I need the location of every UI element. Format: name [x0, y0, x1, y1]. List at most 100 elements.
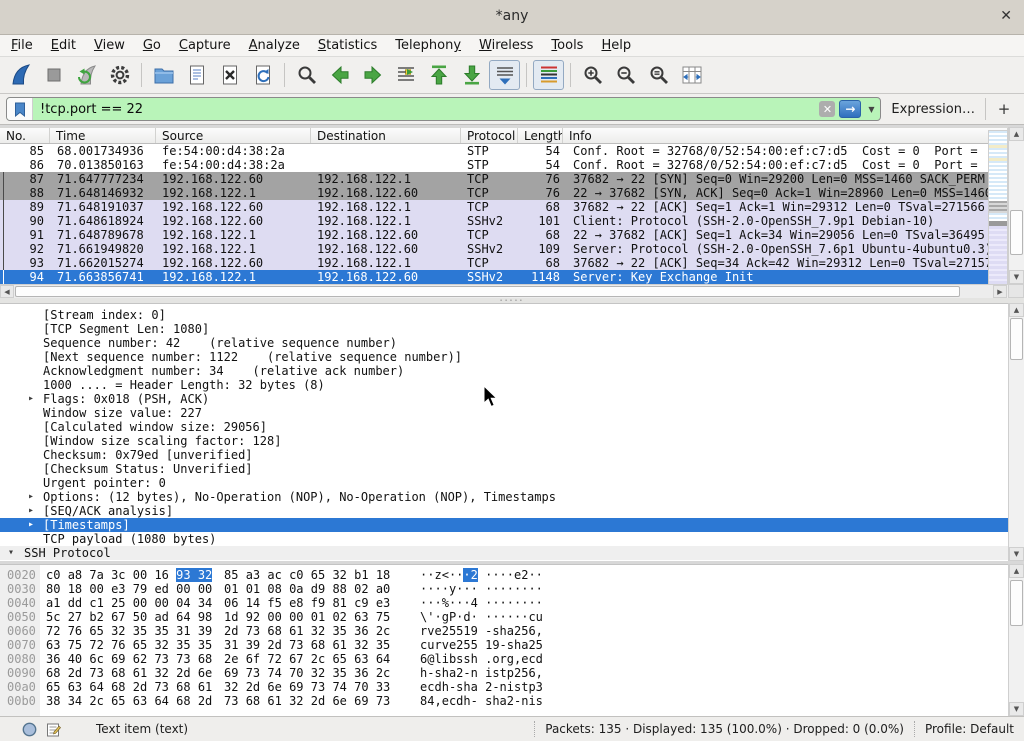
go-to-packet-button[interactable] — [390, 60, 421, 90]
detail-line-1[interactable]: [TCP Segment Len: 1080] — [0, 322, 1008, 336]
hex-scrollbar[interactable]: ▲ ▼ — [1008, 564, 1024, 716]
filter-clear-button[interactable]: ✕ — [819, 101, 835, 117]
profile-selector[interactable]: Profile: Default — [925, 722, 1014, 736]
auto-scroll-button[interactable] — [489, 60, 520, 90]
open-file-button[interactable] — [148, 60, 179, 90]
detail-line-15[interactable]: ▸[Timestamps] — [0, 518, 1008, 532]
packet-row-87[interactable]: 8771.647777234192.168.122.60192.168.122.… — [0, 172, 988, 186]
packet-list-minimap[interactable] — [988, 130, 1008, 284]
filter-apply-button[interactable]: → — [839, 100, 861, 118]
packet-row-91[interactable]: 9171.648789678192.168.122.1192.168.122.6… — [0, 228, 988, 242]
find-packet-button[interactable] — [291, 60, 322, 90]
scroll-up-icon[interactable]: ▲ — [1009, 127, 1024, 141]
zoom-reset-button[interactable] — [643, 60, 674, 90]
column-header-length[interactable]: Length — [518, 128, 563, 143]
restart-capture-button[interactable] — [71, 60, 102, 90]
packet-list-scrollbar[interactable]: ▲ ▼ — [1008, 127, 1024, 284]
menu-tools[interactable]: Tools — [542, 35, 592, 56]
packet-row-90[interactable]: 9071.648618924192.168.122.60192.168.122.… — [0, 214, 988, 228]
scroll-down-icon[interactable]: ▼ — [1009, 547, 1024, 561]
scrollbar-thumb[interactable] — [1010, 210, 1023, 255]
detail-line-2[interactable]: Sequence number: 42 (relative sequence n… — [0, 336, 1008, 350]
colorize-button[interactable] — [533, 60, 564, 90]
collapsed-arrow-icon[interactable]: ▸ — [28, 560, 34, 561]
hex-row-0040[interactable]: 0040a1 dd c1 25 00 00 04 3406 14 f5 e8 f… — [0, 596, 1008, 610]
menu-go[interactable]: Go — [134, 35, 170, 56]
scrollbar-thumb[interactable] — [1010, 318, 1023, 360]
detail-line-11[interactable]: [Checksum Status: Unverified] — [0, 462, 1008, 476]
packet-row-85[interactable]: 8568.001734936fe:54:00:d4:38:2aSTP54Conf… — [0, 144, 988, 158]
detail-line-4[interactable]: Acknowledgment number: 34 (relative ack … — [0, 364, 1008, 378]
hscrollbar-thumb[interactable] — [15, 286, 960, 297]
hex-row-0090[interactable]: 009068 2d 73 68 61 32 2d 6e69 73 74 70 3… — [0, 666, 1008, 680]
detail-line-18[interactable]: ▸SSH Version 2 (encryption:chacha20-poly… — [0, 560, 1008, 561]
details-scrollbar[interactable]: ▲ ▼ — [1008, 303, 1024, 561]
column-header-no[interactable]: No. — [0, 128, 50, 143]
save-file-button[interactable] — [181, 60, 212, 90]
go-back-button[interactable] — [324, 60, 355, 90]
menu-statistics[interactable]: Statistics — [309, 35, 386, 56]
hex-row-0030[interactable]: 003080 18 00 e3 79 ed 00 0001 01 08 0a d… — [0, 582, 1008, 596]
packet-bytes-pane[interactable]: 0020c0 a8 7a 3c 00 16 93 3285 a3 ac c0 6… — [0, 564, 1008, 716]
hex-row-00a0[interactable]: 00a065 63 64 68 2d 73 68 6132 2d 6e 69 7… — [0, 680, 1008, 694]
expert-info-icon[interactable] — [22, 722, 37, 737]
hex-row-0020[interactable]: 0020c0 a8 7a 3c 00 16 93 3285 a3 ac c0 6… — [0, 568, 1008, 582]
menu-help[interactable]: Help — [592, 35, 640, 56]
detail-line-3[interactable]: [Next sequence number: 1122 (relative se… — [0, 350, 1008, 364]
zoom-in-button[interactable] — [577, 60, 608, 90]
detail-line-5[interactable]: 1000 .... = Header Length: 32 bytes (8) — [0, 378, 1008, 392]
expression-button[interactable]: Expression… — [891, 102, 975, 117]
hex-row-0050[interactable]: 00505c 27 b2 67 50 ad 64 981d 92 00 00 0… — [0, 610, 1008, 624]
packet-row-92[interactable]: 9271.661949820192.168.122.1192.168.122.6… — [0, 242, 988, 256]
detail-line-7[interactable]: Window size value: 227 — [0, 406, 1008, 420]
detail-line-14[interactable]: ▸[SEQ/ACK analysis] — [0, 504, 1008, 518]
expanded-arrow-icon[interactable]: ▾ — [8, 546, 14, 560]
resize-columns-button[interactable] — [676, 60, 707, 90]
packet-row-86[interactable]: 8670.013850163fe:54:00:d4:38:2aSTP54Conf… — [0, 158, 988, 172]
scroll-right-icon[interactable]: ▶ — [993, 285, 1007, 298]
menu-view[interactable]: View — [85, 35, 134, 56]
filter-history-caret-icon[interactable]: ▼ — [864, 105, 878, 114]
detail-line-8[interactable]: [Calculated window size: 29056] — [0, 420, 1008, 434]
menu-wireless[interactable]: Wireless — [470, 35, 542, 56]
scrollbar-thumb[interactable] — [1010, 580, 1023, 626]
zoom-out-button[interactable] — [610, 60, 641, 90]
column-header-time[interactable]: Time — [50, 128, 156, 143]
column-header-info[interactable]: Info — [563, 128, 1008, 143]
packet-row-93[interactable]: 9371.662015274192.168.122.60192.168.122.… — [0, 256, 988, 270]
column-header-source[interactable]: Source — [156, 128, 311, 143]
detail-line-16[interactable]: TCP payload (1080 bytes) — [0, 532, 1008, 546]
column-header-destination[interactable]: Destination — [311, 128, 461, 143]
close-file-button[interactable] — [214, 60, 245, 90]
hex-row-00b0[interactable]: 00b038 34 2c 65 63 64 68 2d73 68 61 32 2… — [0, 694, 1008, 708]
menu-analyze[interactable]: Analyze — [240, 35, 309, 56]
menu-telephony[interactable]: Telephony — [386, 35, 470, 56]
detail-line-9[interactable]: [Window size scaling factor: 128] — [0, 434, 1008, 448]
hex-row-0070[interactable]: 007063 75 72 76 65 32 35 3531 39 2d 73 6… — [0, 638, 1008, 652]
filter-expression-text[interactable]: !tcp.port == 22 — [33, 102, 819, 117]
packet-row-88[interactable]: 8871.648146932192.168.122.1192.168.122.6… — [0, 186, 988, 200]
capture-comment-icon[interactable] — [46, 722, 61, 737]
scroll-up-icon[interactable]: ▲ — [1009, 564, 1024, 578]
column-header-protocol[interactable]: Protocol — [461, 128, 518, 143]
display-filter-input[interactable]: !tcp.port == 22 ✕ → ▼ — [6, 97, 881, 121]
collapsed-arrow-icon[interactable]: ▸ — [28, 490, 34, 504]
menu-edit[interactable]: Edit — [42, 35, 85, 56]
start-capture-button[interactable] — [5, 60, 36, 90]
scroll-down-icon[interactable]: ▼ — [1009, 270, 1024, 284]
hex-row-0060[interactable]: 006072 76 65 32 35 35 31 392d 73 68 61 3… — [0, 624, 1008, 638]
detail-line-10[interactable]: Checksum: 0x79ed [unverified] — [0, 448, 1008, 462]
collapsed-arrow-icon[interactable]: ▸ — [28, 518, 34, 532]
stop-capture-button[interactable] — [38, 60, 69, 90]
detail-line-13[interactable]: ▸Options: (12 bytes), No-Operation (NOP)… — [0, 490, 1008, 504]
menu-file[interactable]: File — [2, 35, 42, 56]
packet-row-94[interactable]: 9471.663856741192.168.122.1192.168.122.6… — [0, 270, 988, 284]
scroll-down-icon[interactable]: ▼ — [1009, 702, 1024, 716]
filter-add-button[interactable]: + — [994, 100, 1014, 118]
detail-line-17[interactable]: ▾SSH Protocol — [0, 546, 1008, 560]
menu-capture[interactable]: Capture — [170, 35, 240, 56]
go-last-button[interactable] — [456, 60, 487, 90]
close-icon[interactable]: ✕ — [1000, 8, 1012, 24]
go-first-button[interactable] — [423, 60, 454, 90]
detail-line-12[interactable]: Urgent pointer: 0 — [0, 476, 1008, 490]
